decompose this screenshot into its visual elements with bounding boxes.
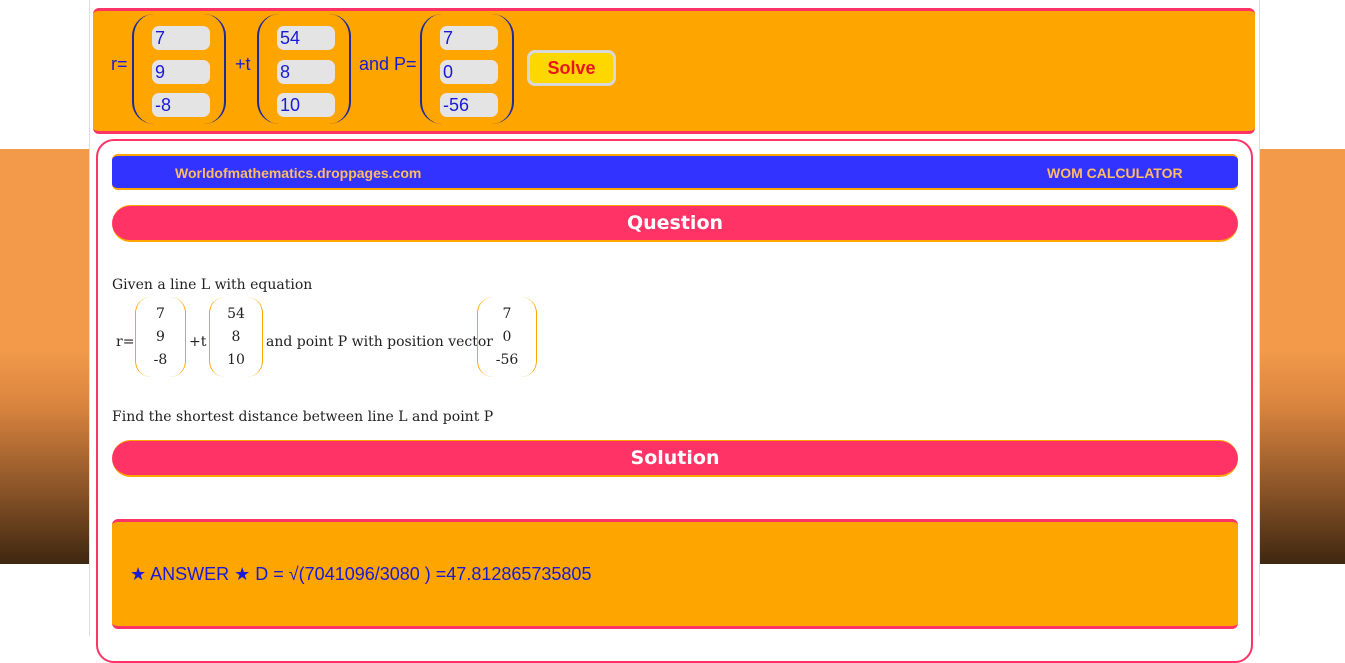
question-p-vector: 7 0 -56 — [477, 297, 537, 377]
question-p-z: -56 — [495, 352, 519, 368]
r-x-input[interactable] — [152, 26, 210, 50]
background-right — [1259, 149, 1345, 564]
background-left — [0, 149, 90, 564]
question-intro: Given a line L with equation — [112, 277, 313, 293]
question-t-label: +t — [189, 334, 207, 350]
p-z-input[interactable] — [440, 93, 498, 117]
site-link[interactable]: Worldofmathematics.droppages.com — [175, 165, 421, 181]
solve-button[interactable]: Solve — [527, 50, 616, 86]
question-r-x: 7 — [156, 306, 165, 322]
r-z-input[interactable] — [152, 93, 210, 117]
r-label: r= — [111, 54, 128, 74]
t-y-input[interactable] — [277, 60, 335, 84]
p-x-input[interactable] — [440, 26, 498, 50]
result-card: Worldofmathematics.droppages.com WOM CAL… — [96, 139, 1253, 663]
t-x-input[interactable] — [277, 26, 335, 50]
question-r-z: -8 — [153, 352, 168, 368]
p-label: and P= — [359, 54, 417, 74]
p-y-input[interactable] — [440, 60, 498, 84]
answer-panel: ★ ANSWER ★ D = √(7041096/3080 ) =47.8128… — [112, 519, 1238, 629]
t-label: +t — [235, 54, 251, 74]
question-p-y: 0 — [502, 329, 512, 345]
solution-heading: Solution — [112, 440, 1238, 477]
question-t-z: 10 — [227, 352, 245, 368]
answer-text: ★ ANSWER ★ D = √(7041096/3080 ) =47.8128… — [130, 564, 592, 584]
question-task: Find the shortest distance between line … — [112, 409, 494, 425]
question-r-vector: 7 9 -8 — [135, 297, 186, 377]
page: r= +t and P= Solve Worldofmathematics.dr… — [89, 0, 1260, 663]
calculator-panel: r= +t and P= Solve — [93, 8, 1255, 134]
question-r-label: r= — [116, 334, 135, 350]
question-t-y: 8 — [231, 329, 241, 345]
question-point-text: and point P with position vector — [266, 334, 493, 350]
calculator-name: WOM CALCULATOR — [1047, 165, 1183, 181]
r-y-input[interactable] — [152, 60, 210, 84]
question-t-vector: 54 8 10 — [209, 297, 263, 377]
question-r-y: 9 — [156, 329, 165, 345]
site-header-bar: Worldofmathematics.droppages.com WOM CAL… — [112, 154, 1238, 190]
p-vector — [420, 14, 514, 124]
question-heading: Question — [112, 205, 1238, 242]
t-vector — [257, 14, 351, 124]
question-p-x: 7 — [502, 306, 512, 322]
r-vector — [132, 14, 226, 124]
question-t-x: 54 — [227, 306, 245, 322]
t-z-input[interactable] — [277, 93, 335, 117]
